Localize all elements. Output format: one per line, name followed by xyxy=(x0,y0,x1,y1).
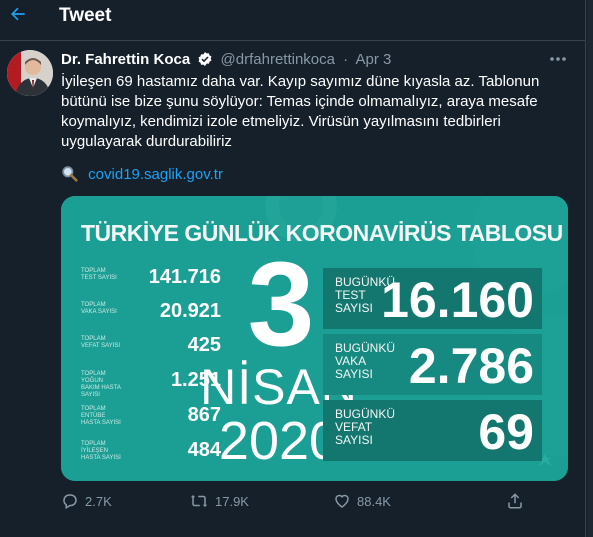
avatar[interactable] xyxy=(7,50,53,96)
retweet-count: 17.9K xyxy=(215,494,249,509)
stat-label: TOPLAM YOĞUN BAKIM HASTA SAYISI xyxy=(81,371,121,398)
stat-label: TOPLAM TEST SAYISI xyxy=(81,268,117,281)
author-name[interactable]: Dr. Fahrettin Koca xyxy=(61,51,190,68)
stat-total-cases: TOPLAM VAKA SAYISI 20.921 xyxy=(81,300,221,330)
today-value: 2.786 xyxy=(408,338,534,394)
retweet-icon xyxy=(190,495,208,507)
today-value: 16.160 xyxy=(381,272,534,328)
stat-value: 425 xyxy=(187,334,221,356)
reply-count: 2.7K xyxy=(85,494,112,509)
tweet-link[interactable]: covid19.saglik.gov.tr xyxy=(88,166,223,183)
today-label: BUGÜNKÜ VEFAT SAYISI xyxy=(335,407,396,447)
tweet-date[interactable]: Apr 3 xyxy=(356,51,392,68)
today-test-box: BUGÜNKÜ TEST SAYISI 16.160 xyxy=(323,268,542,329)
scrollbar[interactable] xyxy=(587,0,593,537)
stat-label: TOPLAM ENTÜBE HASTA SAYISI xyxy=(81,406,121,426)
stat-label: TOPLAM VEFAT SAYISI xyxy=(81,336,121,349)
share-icon[interactable] xyxy=(506,492,524,510)
magnifier-icon xyxy=(62,166,78,182)
media-card[interactable]: TÜRKİYE GÜNLÜK KORONAVİRÜS TABLOSU TOPLA… xyxy=(61,196,568,481)
reply-icon xyxy=(63,494,77,510)
today-value: 69 xyxy=(478,404,534,460)
page-header: Tweet xyxy=(0,0,585,41)
author-handle[interactable]: @drfahrettinkoca xyxy=(221,51,335,68)
retweet-button[interactable]: 17.9K xyxy=(189,492,249,512)
like-count: 88.4K xyxy=(357,494,391,509)
more-horizontal-icon[interactable] xyxy=(549,56,567,62)
stat-value: 20.921 xyxy=(159,300,221,322)
heart-icon xyxy=(335,494,349,508)
stat-label: TOPLAM İYİLEŞEN HASTA SAYISI xyxy=(81,441,121,461)
verified-badge-icon xyxy=(198,52,212,66)
separator-dot: · xyxy=(343,51,349,68)
tweet-link-row[interactable]: covid19.saglik.gov.tr xyxy=(61,165,223,183)
today-deaths-box: BUGÜNKÜ VEFAT SAYISI 69 xyxy=(323,400,542,461)
today-cases-box: BUGÜNKÜ VAKA SAYISI 2.786 xyxy=(323,334,542,395)
reply-button[interactable]: 2.7K xyxy=(61,492,112,512)
today-label: BUGÜNKÜ VAKA SAYISI xyxy=(335,341,396,381)
like-button[interactable]: 88.4K xyxy=(333,492,391,512)
stat-value: 141.716 xyxy=(148,266,221,288)
tweet-text: İyileşen 69 hastamız daha var. Kayıp say… xyxy=(61,73,540,150)
back-arrow-icon[interactable] xyxy=(8,4,28,24)
stat-total-test: TOPLAM TEST SAYISI 141.716 xyxy=(81,266,221,296)
tweet-actions: 2.7K 17.9K 88.4K xyxy=(61,492,531,512)
column-divider xyxy=(585,0,586,537)
card-title: TÜRKİYE GÜNLÜK KORONAVİRÜS TABLOSU xyxy=(81,220,563,246)
page-title: Tweet xyxy=(59,5,112,26)
stat-label: TOPLAM VAKA SAYISI xyxy=(81,302,117,315)
tweet-author-row: Dr. Fahrettin Koca @drfahrettinkoca · Ap… xyxy=(61,51,391,68)
